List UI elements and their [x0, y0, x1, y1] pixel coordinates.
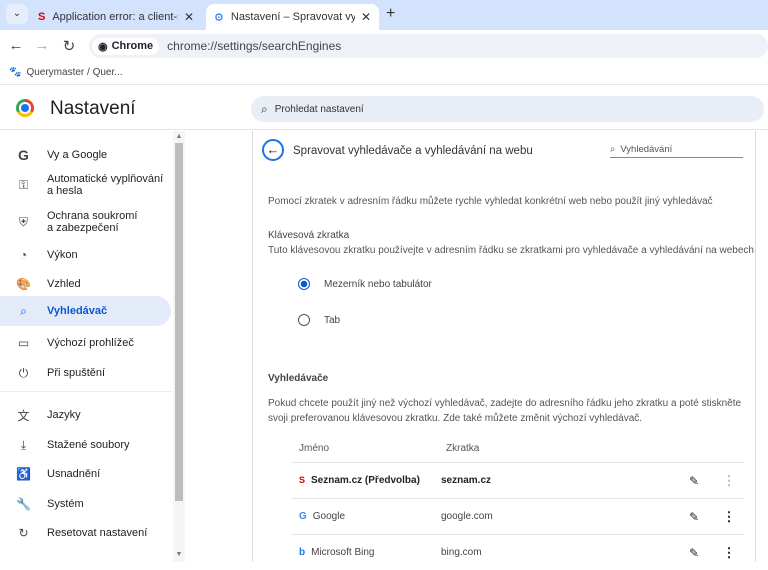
sidebar-icon: ⏻	[18, 365, 29, 380]
more-actions-icon[interactable]: ⋮	[714, 473, 744, 489]
sidebar-icon: ♿	[16, 467, 31, 481]
tab-search-button[interactable]: ⌄	[6, 4, 28, 24]
edit-pencil-icon[interactable]: ✎	[674, 474, 714, 488]
seznam-icon: S	[38, 11, 46, 23]
new-tab-button[interactable]: +	[386, 5, 395, 23]
radio-button[interactable]	[298, 314, 310, 326]
search-icon: ⌕	[610, 144, 616, 155]
search-icon: ⌕	[261, 101, 268, 116]
engines-heading: Vyhledávače	[268, 373, 329, 384]
sidebar-icon: ◔	[19, 248, 28, 262]
engine-favicon-icon: b	[299, 547, 306, 558]
sidebar-icon: 🔧	[16, 497, 31, 511]
sidebar-icon: G	[18, 147, 29, 163]
sidebar-item-label: Stažené soubory	[47, 439, 130, 451]
scroll-up-arrow[interactable]: ▲	[174, 133, 184, 140]
sidebar: G Vy a Google ⚿ Automatické vyplňování a he…	[0, 131, 185, 562]
sidebar-item-11[interactable]: 🔧 Systém	[0, 492, 171, 516]
radio-space-or-tab[interactable]: Mezerník nebo tabulátor	[298, 278, 432, 290]
sidebar-item-label: Vy a Google	[47, 149, 108, 161]
tab-application-error[interactable]: S Application error: a client-side excep…	[30, 4, 202, 30]
sidebar-icon: ⛨	[18, 214, 28, 229]
forward-button[interactable]: →	[33, 37, 51, 54]
engine-favicon-icon: S	[299, 475, 306, 485]
sidebar-icon: ↻	[18, 526, 29, 540]
sidebar-item-label: Resetovat nastavení	[47, 527, 148, 539]
sidebar-item-2[interactable]: ⛨ Ochrana soukromí a zabezpečení	[0, 206, 171, 238]
scrollbar-thumb[interactable]	[175, 143, 183, 501]
table-row: b Microsoft Bing bing.com ✎ ⋮	[291, 534, 744, 570]
sidebar-item-label: Při spuštění	[47, 367, 106, 379]
toolbar: ← → ↻ ◉ Chrome chrome://settings/searchEn…	[0, 30, 768, 60]
sidebar-item-label: Ochrana soukromí a zabezpečení	[47, 210, 138, 234]
sidebar-icon: 🎨	[16, 277, 31, 291]
edit-pencil-icon[interactable]: ✎	[674, 546, 714, 560]
sidebar-item-label: Usnadnění	[47, 468, 101, 480]
table-row: S Seznam.cz (Předvolba) seznam.cz ✎ ⋮	[291, 462, 744, 498]
engine-search-input[interactable]: ⌕ Vyhledávání	[610, 144, 743, 158]
sidebar-item-10[interactable]: ♿ Usnadnění	[0, 462, 171, 486]
chrome-logo-icon	[16, 99, 34, 117]
section-title: Spravovat vyhledávače a vyhledávání na w…	[293, 145, 533, 157]
page-title: Nastavení	[50, 98, 136, 119]
sidebar-item-label: Výkon	[47, 249, 78, 261]
tab-strip: ⌄ S Application error: a client-side exc…	[0, 0, 768, 30]
back-arrow-button[interactable]: ←	[262, 139, 284, 161]
sidebar-divider	[0, 391, 172, 392]
shortcut-description: Tuto klávesovou zkratku používejte v adr…	[268, 245, 754, 256]
sidebar-item-8[interactable]: 文 Jazyky	[0, 403, 171, 427]
intro-text: Pomocí zkratek v adresním řádku můžete r…	[268, 196, 713, 207]
sidebar-item-label: Automatické vyplňování a hesla	[47, 173, 164, 197]
column-shortcut-header: Zkratka	[446, 443, 480, 454]
radio-button[interactable]	[298, 278, 310, 290]
edit-pencil-icon[interactable]: ✎	[674, 510, 714, 524]
tab-settings[interactable]: ⚙ Nastavení – Spravovat vyhledávače ✕	[206, 4, 379, 30]
sidebar-item-label: Výchozí prohlížeč	[47, 337, 134, 349]
sidebar-item-label: Jazyky	[47, 409, 81, 421]
sidebar-item-0[interactable]: G Vy a Google	[0, 143, 171, 167]
chrome-icon: ◉	[98, 40, 108, 53]
sidebar-item-12[interactable]: ↻ Resetovat nastavení	[0, 521, 171, 545]
settings-search-input[interactable]: ⌕ Prohledat nastavení	[251, 96, 764, 122]
sidebar-icon: ▭	[17, 336, 30, 350]
sidebar-item-3[interactable]: ◔ Výkon	[0, 243, 171, 267]
radio-tab[interactable]: Tab	[298, 314, 340, 326]
sidebar-icon: ⤓	[20, 437, 27, 452]
sidebar-item-9[interactable]: ⤓ Stažené soubory	[0, 433, 171, 457]
site-info-chip[interactable]: ◉ Chrome	[92, 37, 160, 55]
sidebar-item-label: Systém	[47, 498, 84, 510]
sidebar-item-7[interactable]: ⏻ Při spuštění	[0, 361, 171, 385]
sidebar-item-6[interactable]: ▭ Výchozí prohlížeč	[0, 331, 171, 355]
sidebar-item-label: Vyhledávač	[47, 305, 108, 317]
url-text: chrome://settings/searchEngines	[167, 39, 342, 53]
close-tab-icon[interactable]: ✕	[184, 10, 194, 24]
table-row: G Google google.com ✎ ⋮	[291, 498, 744, 534]
bookmark-querymaster[interactable]: Querymaster / Quer...	[26, 67, 122, 78]
sidebar-icon: ⚿	[18, 177, 29, 192]
sidebar-icon: 文	[17, 408, 30, 423]
engine-favicon-icon: G	[299, 511, 307, 522]
shortcut-heading: Klávesová zkratka	[268, 230, 350, 241]
column-name-header: Jméno	[299, 443, 330, 454]
close-tab-icon[interactable]: ✕	[361, 10, 371, 24]
sidebar-item-4[interactable]: 🎨 Vzhled	[0, 272, 171, 296]
engines-description: Pokud chcete použít jiný než výchozí vyh…	[268, 398, 742, 424]
bookmarks-bar: 🐾 Querymaster / Quer...	[0, 60, 768, 85]
back-button[interactable]: ←	[7, 37, 25, 54]
sidebar-icon: ⌕	[20, 303, 27, 318]
more-actions-icon[interactable]: ⋮	[714, 545, 744, 561]
gear-icon: ⚙	[214, 11, 224, 24]
reload-button[interactable]: ↻	[60, 37, 78, 55]
search-engines-card: ← Spravovat vyhledávače a vyhledávání na…	[252, 131, 756, 562]
sidebar-item-1[interactable]: ⚿ Automatické vyplňování a hesla	[0, 169, 171, 201]
sidebar-item-5[interactable]: ⌕ Vyhledávač	[0, 296, 171, 326]
scroll-down-arrow[interactable]: ▼	[174, 551, 184, 558]
paw-icon: 🐾	[9, 66, 22, 78]
more-actions-icon[interactable]: ⋮	[714, 509, 744, 525]
address-bar[interactable]: ◉ Chrome chrome://settings/searchEngines	[89, 34, 768, 58]
settings-header: Nastavení ⌕ Prohledat nastavení	[0, 86, 768, 130]
sidebar-item-label: Vzhled	[47, 278, 81, 290]
